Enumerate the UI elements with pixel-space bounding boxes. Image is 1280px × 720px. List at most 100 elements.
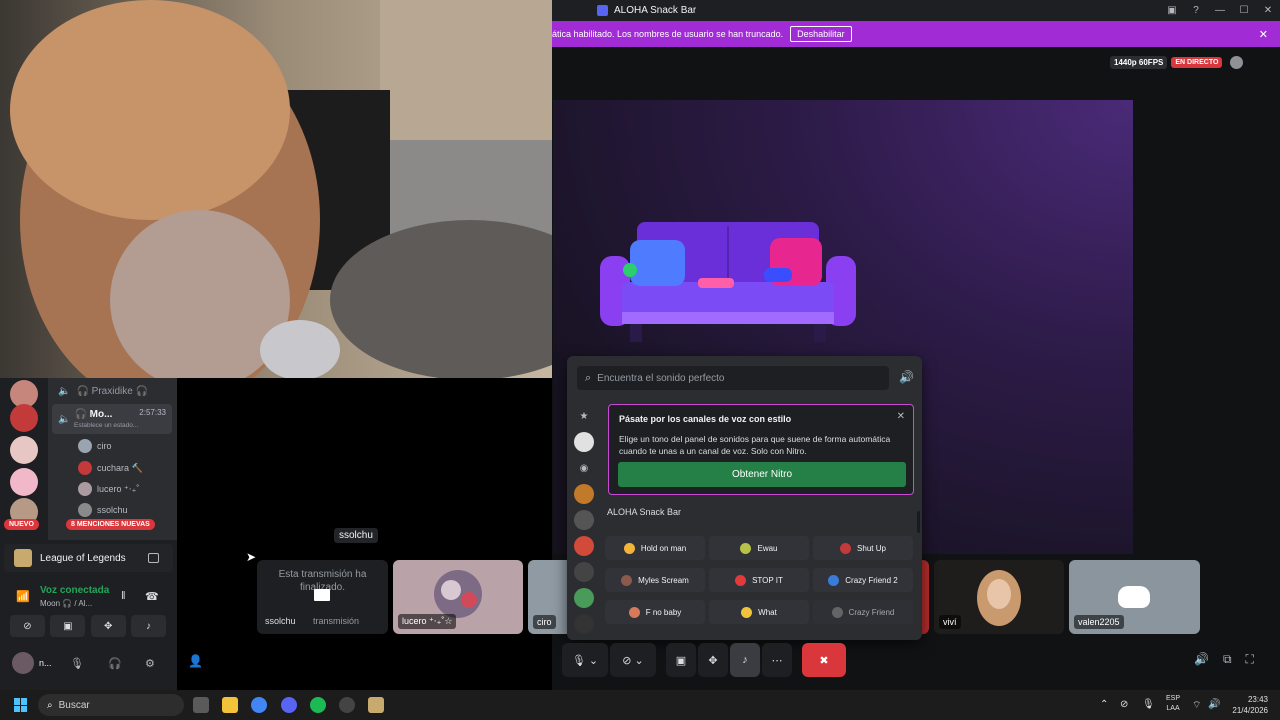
scrollbar[interactable] (917, 511, 920, 533)
sound-button[interactable]: Shut Up (813, 536, 913, 560)
activities-button[interactable]: ✥ (698, 643, 728, 677)
sound-emoji-icon (831, 606, 843, 618)
close-button[interactable]: ✕ (1256, 5, 1280, 16)
mute-button[interactable]: 🎙 ⌄ (562, 643, 608, 677)
surprised-face-icon (741, 606, 753, 618)
participant-tile-ended[interactable]: Esta transmisión ha finalizado. ssolchu … (257, 560, 388, 634)
file-explorer-icon[interactable] (222, 697, 238, 713)
system-clock[interactable]: 23:43 21/4/2026 (1228, 694, 1268, 716)
disable-button[interactable]: Deshabilitar (790, 26, 852, 42)
category-server-icon[interactable] (574, 588, 594, 608)
tray-chevron-icon[interactable]: ⌃ (1100, 699, 1108, 710)
category-server-icon[interactable] (574, 536, 594, 556)
spotify-icon[interactable] (310, 697, 326, 713)
favorites-star-icon[interactable]: ★ (574, 406, 594, 426)
channel-name: 🎧 Praxidike 🎧 (76, 385, 149, 397)
voice-user[interactable]: ssolchu (78, 500, 128, 520)
voice-user[interactable]: lucero ⁺‧₊˚ (78, 479, 139, 499)
help-icon[interactable]: ? (1184, 5, 1208, 16)
avatar (78, 439, 92, 453)
sound-button[interactable]: Myles Scream (605, 568, 705, 592)
voice-channel-active[interactable]: 🔈 🎧 Mo... 2:57:33 Establece un estado... (52, 404, 172, 434)
window-title: ALOHA Snack Bar (614, 5, 697, 16)
maximize-button[interactable]: ☐ (1232, 5, 1256, 16)
sound-button[interactable]: Hold on man (605, 536, 705, 560)
username[interactable]: n... (39, 658, 52, 668)
category-server-icon[interactable] (574, 432, 594, 452)
get-nitro-button[interactable]: Obtener Nitro (618, 462, 906, 487)
participant-tile[interactable]: lucero ⁺‧₊˚☆ (393, 560, 523, 634)
more-options-button[interactable]: ⋯ (762, 643, 792, 677)
league-icon (14, 549, 32, 567)
soundboard-button[interactable]: ♪ (130, 615, 166, 637)
volume-icon[interactable]: 🔊 (1194, 652, 1209, 667)
discord-category-icon[interactable]: ◉ (574, 458, 594, 478)
sound-pack-header[interactable]: ALOHA Snack Bar (607, 507, 681, 517)
volume-icon[interactable]: 🔊 (899, 370, 914, 384)
server-icon[interactable] (10, 404, 38, 432)
category-server-icon[interactable] (574, 614, 594, 634)
sound-button[interactable]: Ewau (709, 536, 809, 560)
sound-button[interactable]: What (709, 600, 809, 624)
fullscreen-icon[interactable]: ⛶ (1246, 652, 1254, 667)
add-friend-icon[interactable]: 👤 (188, 654, 203, 668)
wifi-icon[interactable]: ⌔ (1192, 699, 1201, 712)
camera-button[interactable]: ⊘ ⌄ (610, 643, 656, 677)
category-server-icon[interactable] (574, 562, 594, 582)
disconnect-icon[interactable]: ☎ (145, 590, 159, 603)
banner-close-icon[interactable]: ✕ (1259, 28, 1268, 41)
noise-suppression-icon[interactable]: ‖ (121, 590, 126, 602)
taskbar-search[interactable]: ⌕ Buscar (38, 694, 184, 716)
camera-off-button[interactable]: ⊘ (10, 615, 45, 637)
channel-name: 🎧 Mo... (74, 408, 113, 420)
mentions-badge[interactable]: 8 MENCIONES NUEVAS (66, 519, 155, 530)
server-icon[interactable] (10, 436, 38, 464)
new-badge[interactable]: NUEVO (4, 519, 39, 530)
soundboard-button[interactable]: ♪ (730, 643, 760, 677)
sound-search[interactable]: ⌕ (577, 366, 889, 390)
voice-user[interactable]: ciro (78, 436, 112, 456)
stream-game-icon[interactable] (148, 553, 159, 563)
voice-channel-praxidike[interactable]: 🔈 🎧 Praxidike 🎧 (48, 381, 173, 401)
league-client-icon[interactable] (368, 697, 384, 713)
category-server-icon[interactable] (574, 510, 594, 530)
activity-card[interactable]: League of Legends (4, 544, 173, 572)
discord-taskbar-icon[interactable] (281, 697, 297, 713)
screen-share-button[interactable]: ▣ (50, 615, 86, 637)
chat-icon[interactable] (1230, 56, 1244, 69)
sound-button[interactable]: STOP IT (709, 568, 809, 592)
chrome-icon[interactable] (251, 697, 267, 713)
tray-app-icon[interactable]: ⊘ (1120, 699, 1128, 710)
voice-status-text[interactable]: Voz conectada (40, 585, 109, 596)
minimize-button[interactable]: — (1208, 5, 1232, 16)
sound-button[interactable]: Crazy Friend 2 (813, 568, 913, 592)
category-server-icon[interactable] (574, 484, 594, 504)
volume-tray-icon[interactable]: 🔊 (1208, 699, 1220, 710)
share-screen-button[interactable]: ▣ (666, 643, 696, 677)
windows-start-icon[interactable] (14, 698, 28, 712)
headphones-icon[interactable]: 🎧 (108, 657, 122, 670)
popout-icon[interactable]: ⧉ (1223, 652, 1232, 667)
voice-user[interactable]: cuchara 🔨 (78, 458, 143, 478)
avatar[interactable] (12, 652, 34, 674)
sound-button[interactable]: Crazy Friend (813, 600, 913, 624)
microphone-icon[interactable]: 🎙 (70, 657, 84, 670)
server-icon[interactable] (10, 468, 38, 496)
task-view-icon[interactable] (193, 697, 209, 713)
participant-tile[interactable]: ciro (528, 560, 572, 634)
language-indicator[interactable]: ESP LAA (1166, 694, 1180, 714)
participant-tile[interactable]: valen2205 (1069, 560, 1200, 634)
microphone-tray-icon[interactable]: 🎙 (1142, 699, 1155, 710)
screen-share-icon[interactable]: ▣ (1160, 5, 1184, 16)
app-icon[interactable] (339, 697, 355, 713)
title-bar: ALOHA Snack Bar ▣ ? — ☐ ✕ (552, 0, 1280, 21)
disconnect-button[interactable]: ✖ (802, 643, 846, 677)
settings-gear-icon[interactable]: ⚙ (145, 657, 155, 670)
activities-button[interactable]: ✥ (90, 615, 126, 637)
participant-tile[interactable]: viví (934, 560, 1064, 634)
sound-button[interactable]: F no baby (605, 600, 705, 624)
sound-search-input[interactable] (597, 372, 868, 384)
close-icon[interactable]: ✕ (897, 411, 905, 422)
signal-icon[interactable]: 📶 (16, 590, 30, 603)
sound-emoji-icon (621, 574, 633, 586)
